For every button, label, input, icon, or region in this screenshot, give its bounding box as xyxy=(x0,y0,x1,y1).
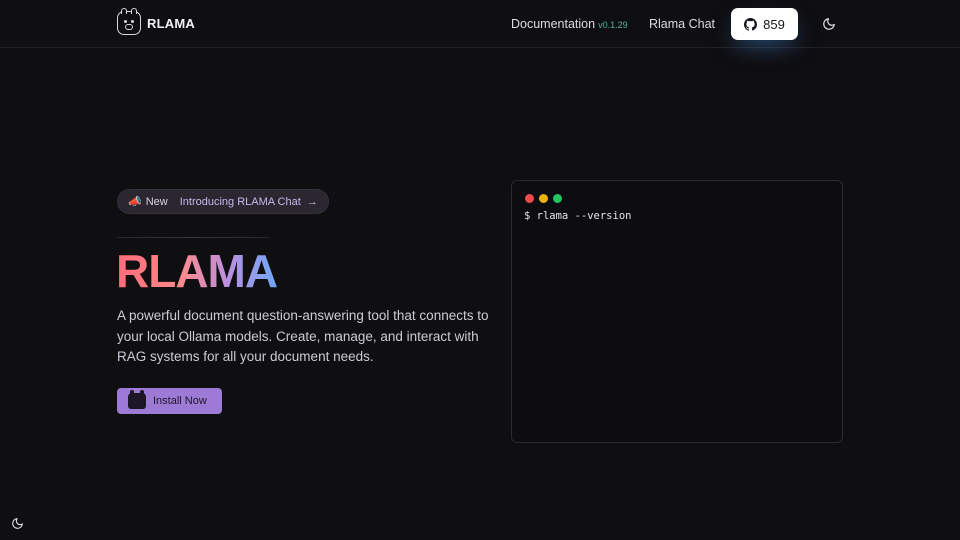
theme-toggle-button[interactable] xyxy=(820,15,838,33)
github-stars-button[interactable]: 859 xyxy=(731,8,798,40)
divider xyxy=(117,237,269,238)
minimize-dot-icon xyxy=(539,194,548,203)
terminal-command: $ rlama --version xyxy=(524,210,632,222)
moon-icon xyxy=(823,18,835,30)
nav-documentation-label: Documentation xyxy=(511,17,596,31)
nav-documentation-link[interactable]: Documentation v0.1.29 xyxy=(511,0,628,48)
nav-rlama-chat-label: Rlama Chat xyxy=(649,17,715,31)
announcement-badge[interactable]: 📣 New Introducing RLAMA Chat → xyxy=(117,189,329,214)
badge-intro-label: Introducing RLAMA Chat xyxy=(179,195,301,208)
maximize-dot-icon xyxy=(553,194,562,203)
site-header: RLAMA Documentation v0.1.29 Rlama Chat 8… xyxy=(0,0,960,48)
github-stars-count: 859 xyxy=(763,16,785,32)
llama-icon xyxy=(128,390,146,409)
brand-link[interactable]: RLAMA xyxy=(117,8,195,35)
terminal-window: $ rlama --version xyxy=(511,180,843,443)
moon-icon xyxy=(11,517,23,529)
close-dot-icon xyxy=(525,194,534,203)
nav-rlama-chat-link[interactable]: Rlama Chat xyxy=(649,0,715,48)
megaphone-icon: 📣 xyxy=(128,196,142,208)
theme-toggle-floating-button[interactable] xyxy=(8,514,26,532)
arrow-right-icon: → xyxy=(306,195,318,208)
github-icon xyxy=(744,17,758,31)
page: RLAMA Documentation v0.1.29 Rlama Chat 8… xyxy=(0,0,960,540)
llama-logo-icon xyxy=(117,8,141,35)
hero-description: A powerful document question-answering t… xyxy=(117,308,489,364)
install-now-label: Install Now xyxy=(153,395,207,407)
hero-title: RLAMA xyxy=(116,245,278,297)
version-badge: v0.1.29 xyxy=(598,20,628,30)
install-now-button[interactable]: Install Now xyxy=(117,388,222,414)
badge-new-label: New xyxy=(145,195,168,208)
window-controls xyxy=(525,194,562,203)
brand-name: RLAMA xyxy=(147,15,195,31)
